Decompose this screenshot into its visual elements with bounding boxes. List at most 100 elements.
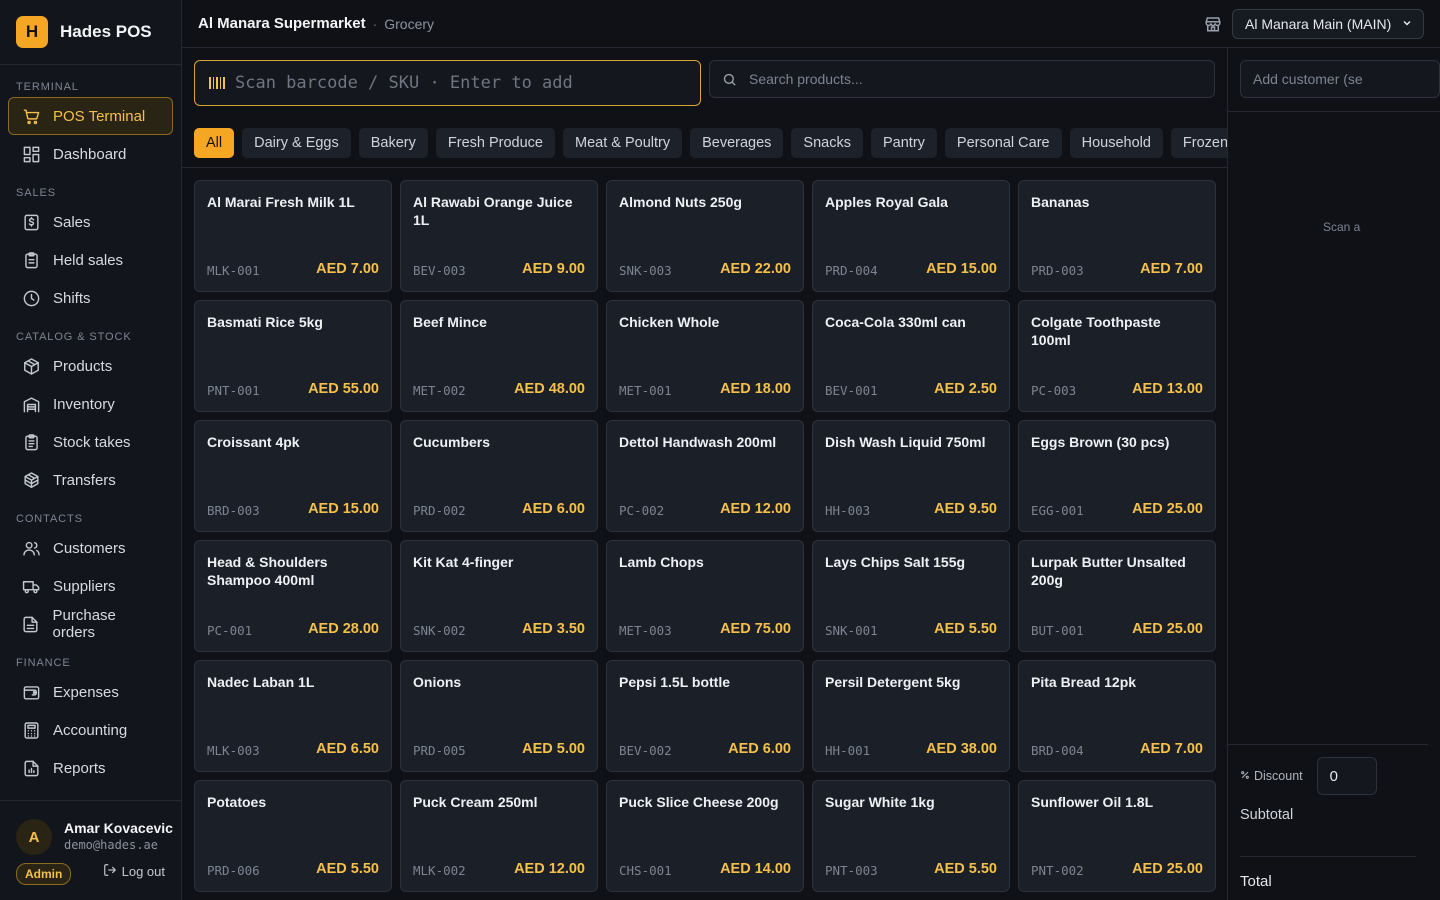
product-card[interactable]: Potatoes PRD-006 AED 5.50 <box>194 780 392 892</box>
product-card[interactable]: Sunflower Oil 1.8L PNT-002 AED 25.00 <box>1018 780 1216 892</box>
product-card[interactable]: Sugar White 1kg PNT-003 AED 5.50 <box>812 780 1010 892</box>
branch-select[interactable]: Al Manara Main (MAIN) <box>1232 8 1424 39</box>
category-tab-personal-care[interactable]: Personal Care <box>944 127 1062 158</box>
sidebar-item-dashboard[interactable]: Dashboard <box>8 135 173 173</box>
product-price: AED 12.00 <box>720 501 791 517</box>
discount-input[interactable]: 0 <box>1316 757 1377 795</box>
store-icon <box>1204 15 1222 33</box>
brand[interactable]: H Hades POS <box>0 0 181 65</box>
product-card[interactable]: Croissant 4pk BRD-003 AED 15.00 <box>194 420 392 532</box>
product-card[interactable]: Dish Wash Liquid 750ml HH-003 AED 9.50 <box>812 420 1010 532</box>
category-tab-dairy-and-eggs[interactable]: Dairy & Eggs <box>242 127 351 158</box>
product-card[interactable]: Almond Nuts 250g SNK-003 AED 22.00 <box>606 180 804 292</box>
sidebar-item-shifts[interactable]: Shifts <box>8 279 173 317</box>
sidebar-item-products[interactable]: Products <box>8 347 173 385</box>
sidebar-item-sales[interactable]: Sales <box>8 203 173 241</box>
product-sku: PRD-002 <box>413 503 466 518</box>
category-tab-fresh-produce[interactable]: Fresh Produce <box>435 127 555 158</box>
product-card[interactable]: Dettol Handwash 200ml PC-002 AED 12.00 <box>606 420 804 532</box>
product-price: AED 28.00 <box>308 621 379 637</box>
category-tab-meat-and-poultry[interactable]: Meat & Poultry <box>563 127 683 158</box>
product-card[interactable]: Coca-Cola 330ml can BEV-001 AED 2.50 <box>812 300 1010 412</box>
receipt-dollar-icon <box>21 212 41 232</box>
product-card[interactable]: Bananas PRD-003 AED 7.00 <box>1018 180 1216 292</box>
sidebar-item-customers[interactable]: Customers <box>8 529 173 567</box>
category-tab-pantry[interactable]: Pantry <box>870 127 937 158</box>
product-sku: MET-001 <box>619 383 672 398</box>
app: H Hades POS TERMINAL POS Terminal Dashboar… <box>0 0 1440 900</box>
product-price: AED 6.00 <box>728 741 791 757</box>
product-card[interactable]: Kit Kat 4-finger SNK-002 AED 3.50 <box>400 540 598 652</box>
sidebar-item-accounting[interactable]: Accounting <box>8 711 173 749</box>
product-price: AED 18.00 <box>720 381 791 397</box>
product-card[interactable]: Nadec Laban 1L MLK-003 AED 6.50 <box>194 660 392 772</box>
product-card[interactable]: Head & Shoulders Shampoo 400ml PC-001 AED … <box>194 540 392 652</box>
sidebar-item-suppliers[interactable]: Suppliers <box>8 567 173 605</box>
product-card[interactable]: Al Rawabi Orange Juice 1L BEV-003 AED 9.00 <box>400 180 598 292</box>
product-search-box[interactable] <box>709 60 1215 98</box>
product-card[interactable]: Puck Slice Cheese 200g CHS-001 AED 14.00 <box>606 780 804 892</box>
product-name: Dettol Handwash 200ml <box>619 434 777 450</box>
product-price: AED 25.00 <box>1132 621 1203 637</box>
product-card[interactable]: Lurpak Butter Unsalted 200g BUT-001 AED 25… <box>1018 540 1216 652</box>
product-card[interactable]: Lamb Chops MET-003 AED 75.00 <box>606 540 804 652</box>
sidebar-item-stock-takes[interactable]: Stock takes <box>8 423 173 461</box>
product-name: Coca-Cola 330ml can <box>825 314 966 330</box>
nav-section-terminal: TERMINAL <box>16 81 79 93</box>
product-card[interactable]: Pita Bread 12pk BRD-004 AED 7.00 <box>1018 660 1216 772</box>
product-card[interactable]: Cucumbers PRD-002 AED 6.00 <box>400 420 598 532</box>
product-name: Colgate Toothpaste 100ml <box>1031 314 1161 348</box>
calculator-icon <box>21 720 41 740</box>
product-search-input[interactable] <box>749 71 1202 87</box>
product-card[interactable]: Chicken Whole MET-001 AED 18.00 <box>606 300 804 412</box>
product-card[interactable]: Eggs Brown (30 pcs) EGG-001 AED 25.00 <box>1018 420 1216 532</box>
product-card[interactable]: Colgate Toothpaste 100ml PC-003 AED 13.00 <box>1018 300 1216 412</box>
category-tab-bakery[interactable]: Bakery <box>358 127 428 158</box>
product-price: AED 48.00 <box>514 381 585 397</box>
customer-input[interactable]: Add customer (se <box>1240 60 1440 98</box>
logout-button[interactable]: Log out <box>103 863 165 880</box>
sidebar-item-expenses[interactable]: Expenses <box>8 673 173 711</box>
sidebar-item-held-sales[interactable]: Held sales <box>8 241 173 279</box>
product-card[interactable]: Apples Royal Gala PRD-004 AED 15.00 <box>812 180 1010 292</box>
logout-icon <box>103 863 117 880</box>
product-price: AED 55.00 <box>308 381 379 397</box>
barcode-input[interactable] <box>235 73 686 93</box>
product-card[interactable]: Persil Detergent 5kg HH-001 AED 38.00 <box>812 660 1010 772</box>
category-tab-household[interactable]: Household <box>1069 127 1163 158</box>
product-sku: PRD-003 <box>1031 263 1084 278</box>
product-price: AED 14.00 <box>720 861 791 877</box>
truck-icon <box>21 576 41 596</box>
sidebar-item-label: Purchase orders <box>52 607 116 641</box>
product-card[interactable]: Basmati Rice 5kg PNT-001 AED 55.00 <box>194 300 392 412</box>
barcode-scan-box[interactable] <box>194 60 701 106</box>
category-tab-snacks[interactable]: Snacks <box>791 127 863 158</box>
product-card[interactable]: Lays Chips Salt 155g SNK-001 AED 5.50 <box>812 540 1010 652</box>
product-name: Potatoes <box>207 794 267 810</box>
category-tab-all[interactable]: All <box>194 127 235 158</box>
sidebar-item-reports[interactable]: Reports <box>8 749 173 787</box>
discount-row: Discount 0 <box>1240 745 1416 807</box>
sidebar-item-pos-terminal[interactable]: POS Terminal <box>8 97 173 135</box>
product-name: Puck Slice Cheese 200g <box>619 794 779 810</box>
sidebar-item-purchase-orders[interactable]: Purchase orders <box>8 605 173 643</box>
sidebar-item-inventory[interactable]: Inventory <box>8 385 173 423</box>
product-card[interactable]: Al Marai Fresh Milk 1L MLK-001 AED 7.00 <box>194 180 392 292</box>
category-tab-beverages[interactable]: Beverages <box>690 127 784 158</box>
product-card[interactable]: Pepsi 1.5L bottle BEV-002 AED 6.00 <box>606 660 804 772</box>
product-card[interactable]: Puck Cream 250ml MLK-002 AED 12.00 <box>400 780 598 892</box>
product-card[interactable]: Onions PRD-005 AED 5.00 <box>400 660 598 772</box>
product-name: Lays Chips Salt 155g <box>825 554 966 570</box>
cart-icon <box>21 106 41 126</box>
category-tab-frozen[interactable]: Frozen <box>1170 127 1227 158</box>
brand-logo: H <box>16 16 48 48</box>
product-sku: EGG-001 <box>1031 503 1084 518</box>
product-sku: BEV-003 <box>413 263 466 278</box>
product-price: AED 12.00 <box>514 861 585 877</box>
topbar: Al Manara Supermarket · Grocery Al Manar… <box>182 0 1440 48</box>
sidebar-item-transfers[interactable]: Transfers <box>8 461 173 499</box>
product-sku: PNT-001 <box>207 383 260 398</box>
avatar[interactable]: A <box>16 819 52 855</box>
boxes-icon <box>21 470 41 490</box>
product-card[interactable]: Beef Mince MET-002 AED 48.00 <box>400 300 598 412</box>
